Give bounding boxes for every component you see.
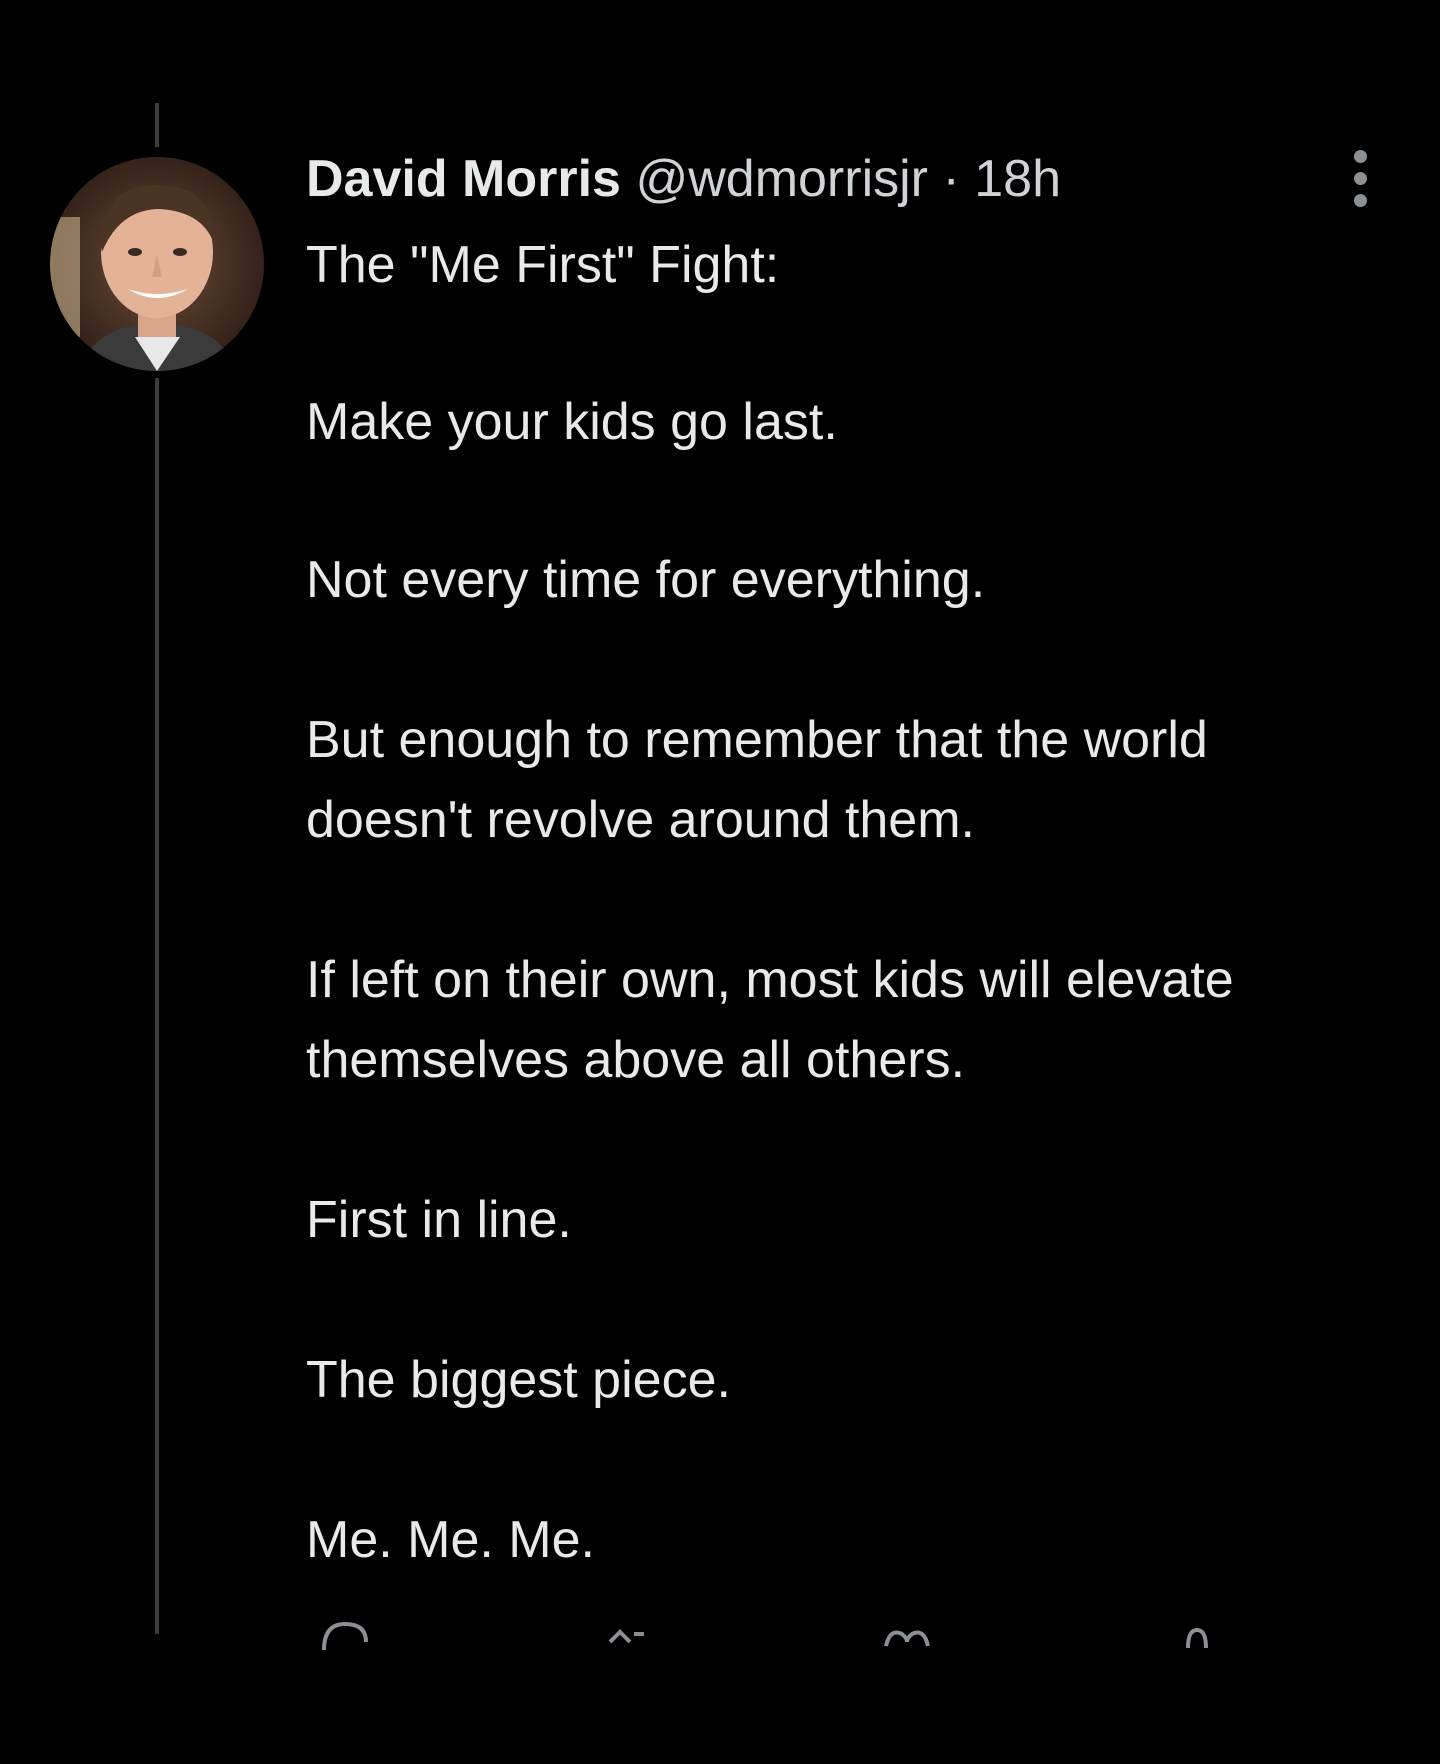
thread-line-top — [155, 103, 159, 147]
tweet-header: David Morris @wdmorrisjr · 18h — [306, 146, 1061, 212]
avatar[interactable] — [50, 157, 264, 371]
header-separator: · — [942, 150, 960, 208]
more-vertical-icon[interactable] — [1346, 150, 1376, 208]
tweet-text-line: themselves above all others. — [306, 1031, 966, 1089]
tweet-text-line: The "Me First" Fight: — [306, 236, 780, 294]
tweet-text-line: First in line. — [306, 1191, 572, 1249]
author-handle[interactable]: @wdmorrisjr — [635, 150, 928, 208]
tweet-text-line: doesn't revolve around them. — [306, 791, 975, 849]
tweet-text-line: But enough to remember that the world — [306, 711, 1208, 769]
author-display-name[interactable]: David Morris — [306, 150, 621, 208]
avatar-photo — [50, 157, 264, 371]
reply-icon[interactable] — [320, 1620, 370, 1650]
thread-line-bottom — [155, 378, 159, 1634]
tweet-timestamp[interactable]: 18h — [974, 150, 1061, 208]
tweet-text-line: Me. Me. Me. — [306, 1511, 595, 1569]
tweet-text-line: If left on their own, most kids will ele… — [306, 951, 1234, 1009]
share-icon[interactable] — [1172, 1620, 1222, 1650]
like-icon[interactable] — [882, 1620, 932, 1650]
retweet-icon[interactable] — [596, 1620, 646, 1650]
tweet-text-line: Not every time for everything. — [306, 551, 986, 609]
tweet-action-bar — [306, 1610, 1406, 1650]
tweet-text-line: The biggest piece. — [306, 1351, 731, 1409]
tweet-text-line: Make your kids go last. — [306, 393, 838, 451]
